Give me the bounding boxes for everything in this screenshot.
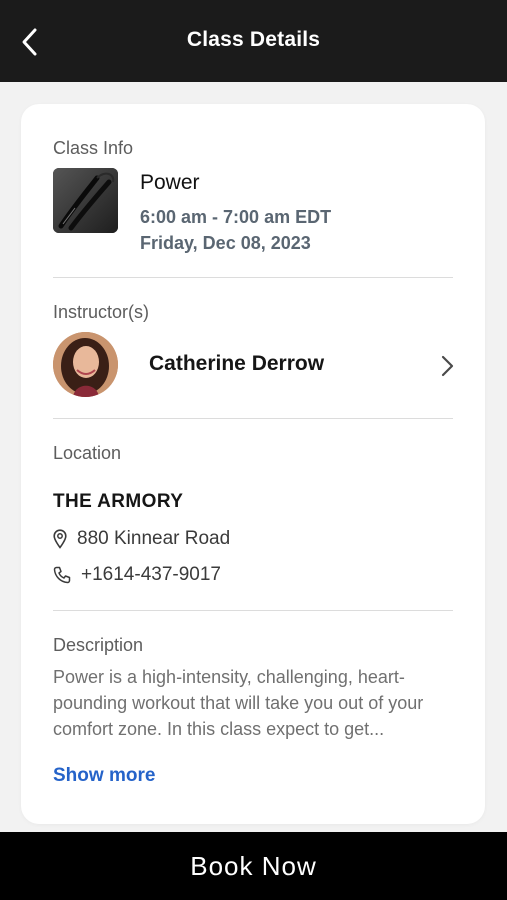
divider [53,610,453,611]
class-image [53,168,118,233]
divider [53,418,453,419]
class-name: Power [140,171,200,194]
phone-icon [53,566,71,584]
address-line: 880 Kinnear Road [53,526,230,552]
instructor-row[interactable]: Catherine Derrow [41,326,465,404]
instructors-label: Instructor(s) [53,302,150,322]
page-title: Class Details [186,28,321,51]
chevron-right-icon [441,355,454,377]
location-name: THE ARMORY [53,491,184,512]
class-date: Friday, Dec 08, 2023 [140,233,311,253]
class-info-label: Class Info [53,138,134,158]
book-now-button[interactable]: Book Now [0,832,507,900]
app-header: Class Details [0,0,507,82]
address-text: 880 Kinnear Road [77,528,231,549]
map-pin-icon [53,529,67,549]
phone-text: +1614-437-9017 [81,564,221,585]
phone-line[interactable]: +1614-437-9017 [53,562,221,588]
description-text: Power is a high-intensity, challenging, … [53,667,424,739]
description-label: Description [53,635,144,655]
location-label: Location [53,443,122,463]
show-more-link[interactable]: Show more [53,765,155,787]
class-time: 6:00 am - 7:00 am EDT [140,207,332,227]
divider [53,277,453,278]
instructor-name: Catherine Derrow [149,352,325,375]
class-details-card: Class Info Power 6:00 am - 7:00 am EDT F… [21,104,485,824]
